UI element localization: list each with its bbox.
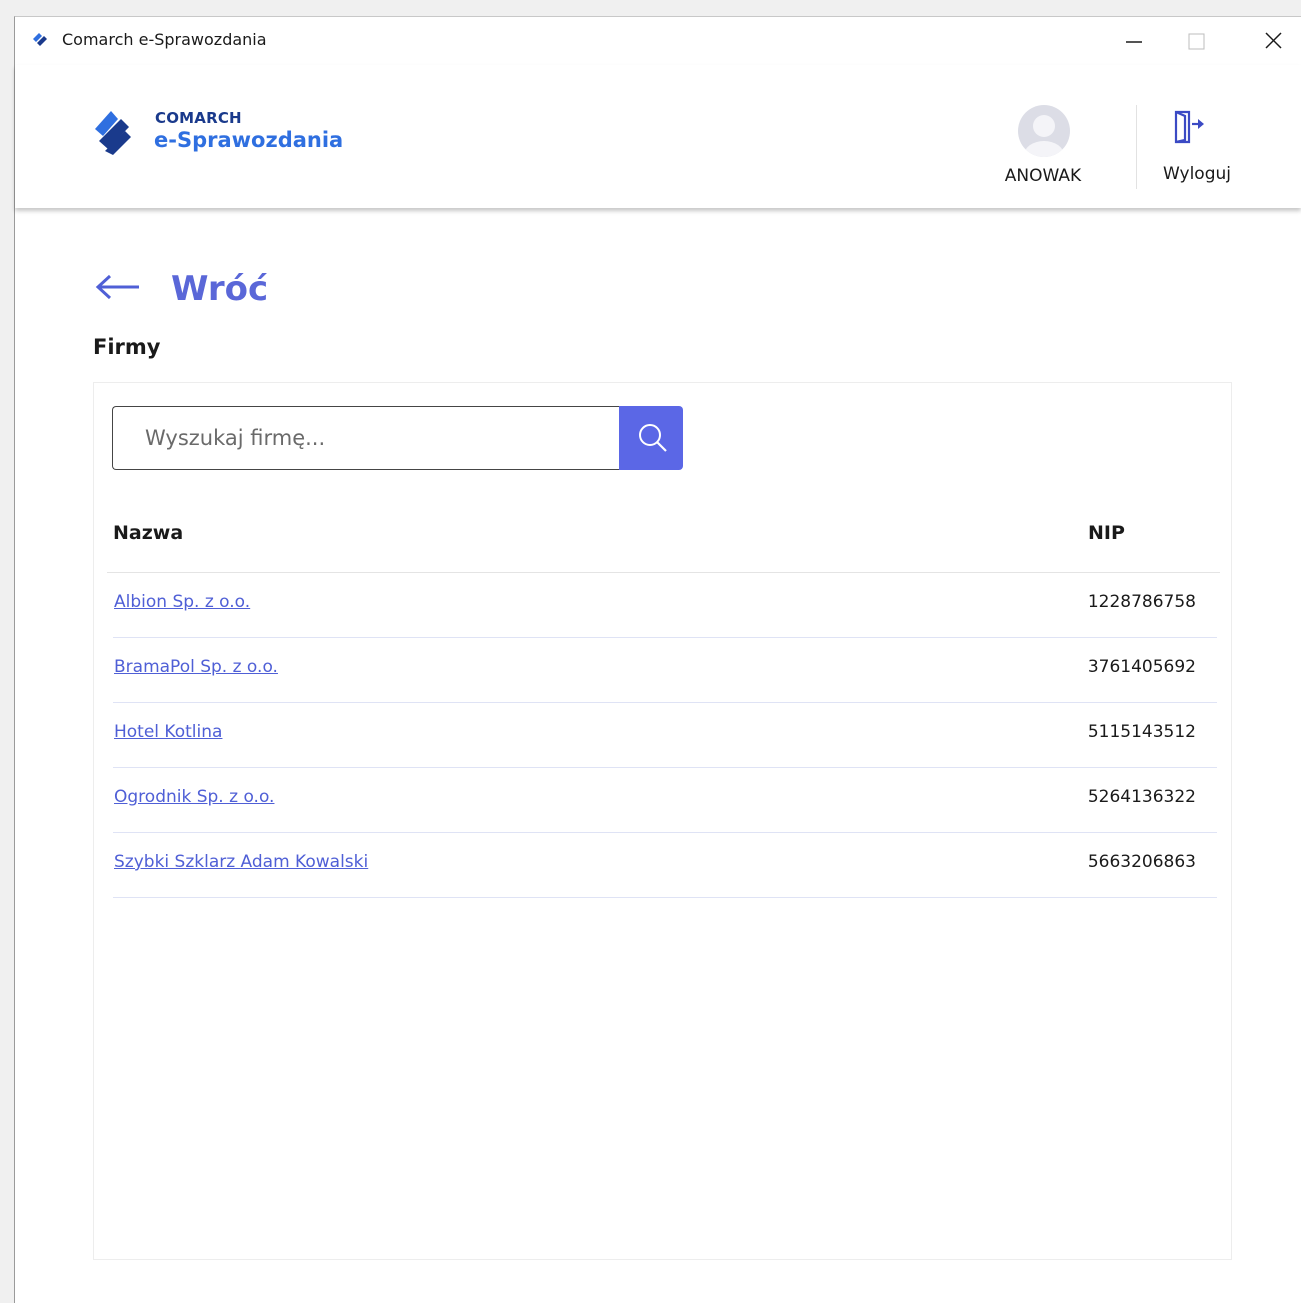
window-title: Comarch e-Sprawozdania bbox=[62, 30, 267, 49]
search-input[interactable] bbox=[112, 406, 619, 470]
table-row: Szybki Szklarz Adam Kowalski 5663206863 bbox=[113, 833, 1217, 898]
maximize-button[interactable] bbox=[1169, 17, 1229, 65]
comarch-logo-mark bbox=[95, 111, 131, 155]
company-link[interactable]: Hotel Kotlina bbox=[114, 722, 222, 742]
company-nip: 5663206863 bbox=[1087, 852, 1196, 872]
logo-product: e-Sprawozdania bbox=[154, 128, 344, 152]
logout-label: Wyloguj bbox=[1163, 164, 1231, 184]
app-window: Comarch e-Sprawozdania COMARCH e-Sprawoz… bbox=[14, 16, 1301, 1303]
logout-door-icon bbox=[1174, 110, 1204, 144]
user-name: ANOWAK bbox=[1004, 166, 1082, 186]
search-icon bbox=[639, 424, 667, 452]
company-nip: 3761405692 bbox=[1087, 657, 1196, 677]
avatar-icon bbox=[1018, 105, 1070, 157]
search-button[interactable] bbox=[619, 406, 683, 470]
maximize-icon bbox=[1188, 33, 1205, 50]
company-nip: 1228786758 bbox=[1087, 592, 1196, 612]
company-link[interactable]: Ogrodnik Sp. z o.o. bbox=[114, 787, 274, 807]
back-label: Wróć bbox=[171, 269, 269, 309]
comarch-logo-icon bbox=[33, 33, 47, 46]
page-title: Firmy bbox=[93, 335, 161, 359]
title-bar[interactable]: Comarch e-Sprawozdania bbox=[15, 17, 1301, 65]
close-icon bbox=[1265, 32, 1282, 49]
table-row: Albion Sp. z o.o. 1228786758 bbox=[113, 573, 1217, 638]
minimize-icon bbox=[1126, 41, 1142, 43]
close-button[interactable] bbox=[1242, 17, 1301, 65]
company-link[interactable]: BramaPol Sp. z o.o. bbox=[114, 657, 278, 677]
table-row: BramaPol Sp. z o.o. 3761405692 bbox=[113, 638, 1217, 703]
header-divider bbox=[1136, 105, 1137, 189]
app-header: COMARCH e-Sprawozdania ANOWAK Wyloguj bbox=[15, 65, 1301, 208]
arrow-left-icon bbox=[95, 274, 139, 300]
table-row: Ogrodnik Sp. z o.o. 5264136322 bbox=[113, 768, 1217, 833]
back-button[interactable]: Wróć bbox=[95, 267, 295, 311]
table-row: Hotel Kotlina 5115143512 bbox=[113, 703, 1217, 768]
column-header-name[interactable]: Nazwa bbox=[113, 522, 183, 544]
companies-table-body: Albion Sp. z o.o. 1228786758 BramaPol Sp… bbox=[113, 573, 1217, 898]
user-menu[interactable]: ANOWAK bbox=[993, 101, 1099, 191]
minimize-button[interactable] bbox=[1096, 17, 1156, 65]
column-header-nip[interactable]: NIP bbox=[1088, 522, 1125, 544]
logout-button[interactable]: Wyloguj bbox=[1156, 101, 1238, 191]
company-nip: 5264136322 bbox=[1087, 787, 1196, 807]
company-nip: 5115143512 bbox=[1087, 722, 1196, 742]
company-link[interactable]: Albion Sp. z o.o. bbox=[114, 592, 250, 612]
company-link[interactable]: Szybki Szklarz Adam Kowalski bbox=[114, 852, 368, 872]
logo-brand: COMARCH bbox=[155, 109, 242, 127]
companies-panel: Nazwa NIP Albion Sp. z o.o. 1228786758 B… bbox=[93, 382, 1232, 1260]
